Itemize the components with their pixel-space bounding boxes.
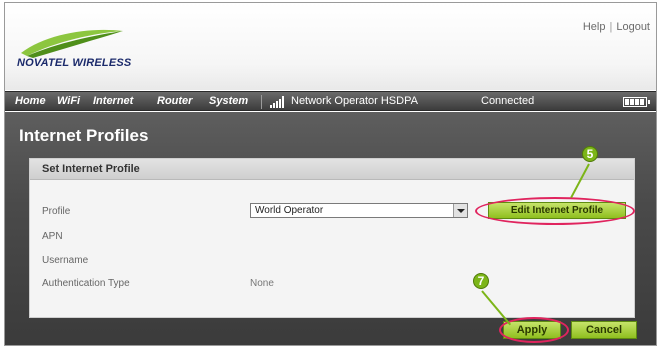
content-area: Internet Profiles Set Internet Profile P… [5, 112, 656, 345]
nav-divider [261, 95, 262, 109]
profile-label: Profile [42, 206, 71, 217]
edit-profile-highlight-ring [475, 197, 635, 225]
nav-home[interactable]: Home [15, 95, 46, 107]
novatel-swoosh-logo [21, 29, 123, 58]
brand-name: NOVATEL WIRELESS [17, 57, 132, 69]
page-header: NOVATEL WIRELESS Help | Logout [5, 3, 656, 90]
connection-status: Connected [481, 95, 535, 107]
step-7-badge: 7 [473, 273, 489, 289]
apn-label: APN [42, 231, 63, 242]
nav-internet[interactable]: Internet [93, 95, 133, 107]
nav-router[interactable]: Router [157, 95, 192, 107]
username-label: Username [42, 255, 89, 266]
header-links: Help | Logout [583, 21, 650, 33]
apply-highlight-ring [499, 317, 569, 343]
signal-strength-icon [270, 96, 286, 108]
profile-selected-value: World Operator [255, 205, 324, 216]
page-title: Internet Profiles [19, 126, 149, 145]
router-admin-window: NOVATEL WIRELESS Help | Logout Home WiFi I… [4, 2, 657, 346]
profile-select[interactable]: World Operator [250, 203, 468, 218]
step-5-badge: 5 [582, 146, 598, 162]
chevron-down-icon[interactable] [453, 204, 467, 217]
cancel-button[interactable]: Cancel [571, 321, 637, 339]
logout-link[interactable]: Logout [616, 21, 650, 33]
network-operator: Network Operator HSDPA [291, 95, 418, 107]
nav-system[interactable]: System [209, 95, 248, 107]
auth-type-label: Authentication Type [42, 278, 130, 289]
nav-wifi[interactable]: WiFi [57, 95, 80, 107]
battery-icon [623, 97, 650, 107]
link-separator: | [609, 21, 613, 33]
internet-profile-panel: Set Internet Profile Profile World Opera… [29, 158, 635, 318]
panel-heading: Set Internet Profile [30, 159, 634, 180]
auth-type-value: None [250, 278, 274, 289]
help-link[interactable]: Help [583, 21, 606, 33]
main-nav: Home WiFi Internet Router System Network… [5, 91, 656, 111]
